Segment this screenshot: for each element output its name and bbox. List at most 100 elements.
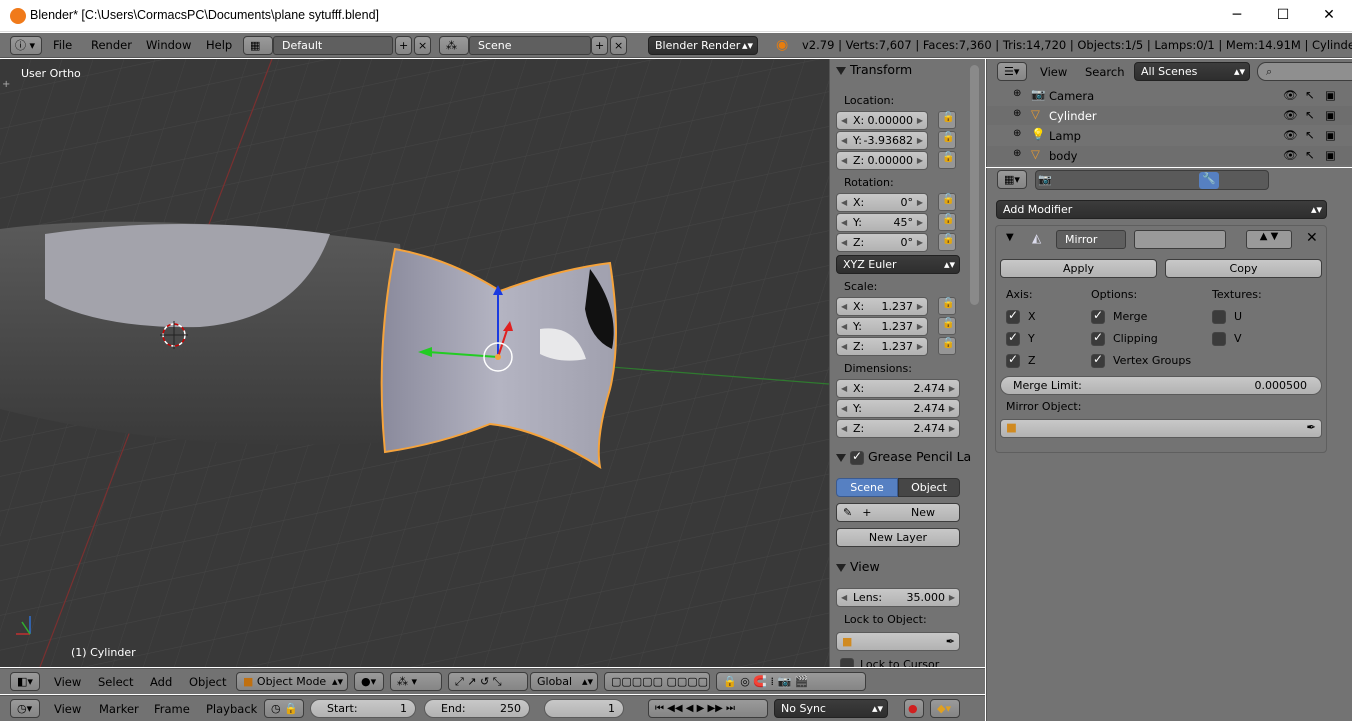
render-camera-icon[interactable]: ▣ (1325, 108, 1336, 122)
end-frame-field[interactable]: End: 250 (424, 699, 530, 718)
checkbox[interactable] (1006, 352, 1020, 368)
expand-icon[interactable]: ⊕ (1013, 88, 1021, 99)
add-screen-button[interactable]: + (395, 36, 412, 55)
timeline-menu-frame[interactable]: Frame (154, 702, 190, 716)
scene-icon[interactable]: ⁂ (439, 36, 469, 55)
add-modifier-dropdown[interactable]: Add Modifier ▴▾ (996, 200, 1327, 219)
remove-scene-button[interactable]: × (610, 36, 627, 55)
expand-icon[interactable]: ⊕ (1013, 128, 1021, 139)
grease-pencil-new-button[interactable]: ✎ + New (836, 503, 960, 522)
grease-pencil-panel-header[interactable]: Grease Pencil La (836, 449, 985, 469)
outliner-item-lamp[interactable]: ⊕ 💡 Lamp 👁 ↖ ▣ (987, 126, 1352, 145)
modifier-collapse-triangle-icon[interactable]: ▼ (1006, 232, 1014, 243)
options-vertex-groups-option[interactable]: Vertex Groups (1091, 352, 1191, 368)
screen-layout-icon[interactable]: ▦ (243, 36, 273, 55)
lock-to-cursor-row[interactable]: Lock to Cursor (840, 658, 939, 667)
scale-x-field[interactable]: ◀ X: 1.237 ▶ (836, 297, 928, 316)
transform-orientation-dropdown[interactable]: Global ▴▾ (530, 672, 598, 691)
object-mode-dropdown[interactable]: ■ Object Mode ▴▾ (236, 672, 348, 691)
properties-editor-type-button[interactable]: ▦▾ (997, 170, 1027, 189)
screen-layout-field[interactable]: Default (273, 36, 393, 55)
menu-window[interactable]: Window (146, 38, 191, 52)
remove-screen-button[interactable]: × (414, 36, 431, 55)
checkbox[interactable] (1006, 330, 1020, 346)
checkbox[interactable] (1212, 310, 1226, 324)
location-x-field[interactable]: ◀ X: 0.00000 ▶ (836, 111, 928, 130)
render-camera-icon[interactable]: ▣ (1325, 88, 1336, 102)
grease-pencil-checkbox[interactable] (850, 449, 864, 465)
copy-modifier-button[interactable]: Copy (1165, 259, 1322, 278)
eye-icon[interactable]: 👁 (1283, 108, 1298, 122)
scene-field[interactable]: Scene (469, 36, 591, 55)
dimensions-y-field[interactable]: ◀ Y: 2.474 ▶ (836, 399, 960, 418)
outliner-display-mode-dropdown[interactable]: All Scenes ▴▾ (1134, 62, 1250, 81)
expand-icon[interactable]: ⊕ (1013, 108, 1021, 119)
checkbox[interactable] (1212, 332, 1226, 346)
outliner-item-camera[interactable]: ⊕ 📷 Camera 👁 ↖ ▣ (987, 86, 1352, 105)
minimize-button[interactable]: ─ (1214, 0, 1260, 32)
outliner-menu-search[interactable]: Search (1085, 65, 1125, 79)
location-x-lock-icon[interactable]: 🔓 (938, 111, 956, 129)
location-z-field[interactable]: ◀ Z: 0.00000 ▶ (836, 151, 928, 170)
axes-z-option[interactable]: Z (1006, 352, 1036, 368)
maximize-button[interactable]: ☐ (1260, 0, 1306, 32)
close-button[interactable]: ✕ (1306, 0, 1352, 32)
add-scene-button[interactable]: + (591, 36, 608, 55)
outliner-item-name[interactable]: Cylinder (1049, 109, 1097, 123)
scale-x-lock-icon[interactable]: 🔓 (938, 297, 956, 315)
menu-help[interactable]: Help (206, 38, 232, 52)
rotation-y-field[interactable]: ◀ Y: 45° ▶ (836, 213, 928, 232)
eye-icon[interactable]: 👁 (1283, 88, 1298, 102)
cursor-select-icon[interactable]: ↖ (1305, 148, 1315, 162)
view3d-menu-add[interactable]: Add (150, 675, 172, 689)
viewport-shading-dropdown[interactable]: ●▾ (354, 672, 384, 691)
transform-panel-header[interactable]: Transform (836, 62, 985, 82)
snap-and-render-buttons[interactable]: 🔒 ◎ 🧲 ⁞ 📷 🎬 (716, 672, 866, 691)
current-frame-field[interactable]: 1 (544, 699, 624, 718)
cursor-select-icon[interactable]: ↖ (1305, 108, 1315, 122)
rotation-z-field[interactable]: ◀ Z: 0° ▶ (836, 233, 928, 252)
view3d-editor-type-button[interactable]: ◧▾ (10, 672, 40, 691)
keying-set-icon[interactable]: ◆▾ (930, 699, 960, 718)
layer-buttons[interactable]: ▢▢▢▢▢ ▢▢▢▢▢ (604, 672, 710, 691)
outliner-item-cylinder[interactable]: ⊕ ▽ Cylinder 👁 ↖ ▣ (987, 106, 1352, 125)
rotation-x-field[interactable]: ◀ X: 0° ▶ (836, 193, 928, 212)
menu-file[interactable]: File (53, 38, 72, 52)
grease-pencil-scene-tab[interactable]: Scene (836, 478, 898, 497)
rotation-y-lock-icon[interactable]: 🔓 (938, 213, 956, 231)
view3d-menu-view[interactable]: View (54, 675, 81, 689)
tool-shelf-toggle-icon[interactable]: + (2, 79, 10, 90)
merge-limit-field[interactable]: Merge Limit: 0.000500 (1000, 376, 1322, 395)
eye-icon[interactable]: 👁 (1283, 128, 1298, 142)
start-frame-field[interactable]: Start: 1 (310, 699, 416, 718)
options-clipping-option[interactable]: Clipping (1091, 330, 1158, 346)
expand-icon[interactable]: ⊕ (1013, 148, 1021, 159)
options-merge-option[interactable]: Merge (1091, 308, 1147, 324)
timeline-editor-type-button[interactable]: ◷▾ (10, 699, 40, 718)
timeline-menu-marker[interactable]: Marker (99, 702, 139, 716)
location-z-lock-icon[interactable]: 🔓 (938, 151, 956, 169)
grease-pencil-object-tab[interactable]: Object (898, 478, 960, 497)
textures-v-option[interactable]: V (1212, 332, 1242, 346)
location-y-lock-icon[interactable]: 🔓 (938, 131, 956, 149)
grease-pencil-new-layer-button[interactable]: New Layer (836, 528, 960, 547)
lock-to-object-field[interactable]: ■ ✒ (836, 632, 960, 651)
playback-controls[interactable]: ⏮ ◀◀ ◀ ▶ ▶▶ ⏭ (648, 699, 768, 718)
modifier-move-buttons[interactable]: ▲ ▼ (1246, 230, 1292, 249)
checkbox[interactable] (1091, 352, 1105, 368)
render-context-icon[interactable]: 📷 (1038, 173, 1052, 186)
mirror-object-field[interactable]: ■ ✒ (1000, 419, 1322, 438)
3d-viewport[interactable]: User Ortho (1) Cylinder + (0, 59, 829, 667)
manipulator-buttons[interactable]: ⤢ ↗ ↺ ⤡ (448, 672, 528, 691)
apply-modifier-button[interactable]: Apply (1000, 259, 1157, 278)
axes-y-option[interactable]: Y (1006, 330, 1035, 346)
properties-panel-scrollbar[interactable] (970, 65, 979, 305)
cursor-select-icon[interactable]: ↖ (1305, 128, 1315, 142)
render-camera-icon[interactable]: ▣ (1325, 148, 1336, 162)
outliner-search-input[interactable]: ⌕ (1257, 62, 1352, 81)
remove-modifier-icon[interactable]: ✕ (1306, 230, 1318, 246)
view-panel-header[interactable]: View (836, 559, 985, 579)
editor-type-button[interactable]: ⓘ ▾ (10, 36, 42, 55)
outliner-item-name[interactable]: body (1049, 149, 1077, 163)
rotation-x-lock-icon[interactable]: 🔓 (938, 193, 956, 211)
